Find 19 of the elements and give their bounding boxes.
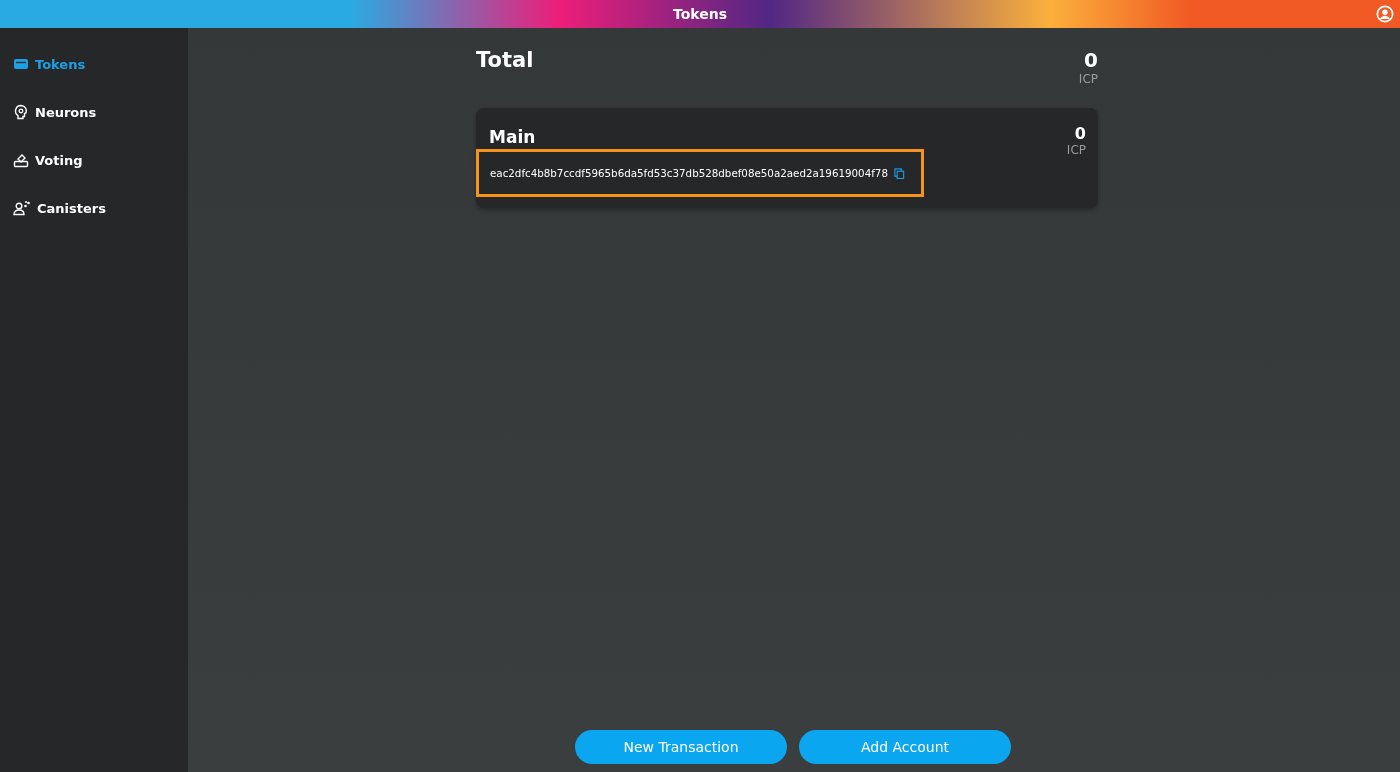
sidebar-item[interactable]: Canisters	[0, 196, 119, 220]
total-amount: 0	[1084, 48, 1098, 72]
header-title: Tokens	[672, 6, 727, 22]
account-identifier: eac2dfc4b8b7ccdf5965b6da5fd53c37db528dbef08e50a2aed2a19619004f78	[490, 167, 888, 179]
sidebar-item[interactable]: Voting	[0, 148, 96, 172]
account-amount: 0	[1074, 124, 1086, 143]
head-icon	[13, 104, 29, 120]
person-dots-icon	[13, 200, 31, 216]
sidebar-item[interactable]: Tokens	[0, 52, 99, 76]
wallet-icon	[13, 56, 29, 72]
account-unit: ICP	[1066, 143, 1086, 157]
account-icon[interactable]	[1376, 5, 1394, 23]
ballot-box-icon	[13, 152, 29, 168]
sidebar-item[interactable]: Neurons	[0, 100, 110, 124]
total-label: Total	[476, 48, 534, 72]
total-unit: ICP	[1078, 72, 1098, 86]
account-card[interactable]: Main 0 ICP eac2dfc4b8b7ccdf5965b6da5fd53c37db528dbef08e50a2aed2a19619004f78	[476, 108, 1098, 208]
copy-icon[interactable]	[893, 167, 905, 179]
account-name: Main	[489, 127, 536, 149]
